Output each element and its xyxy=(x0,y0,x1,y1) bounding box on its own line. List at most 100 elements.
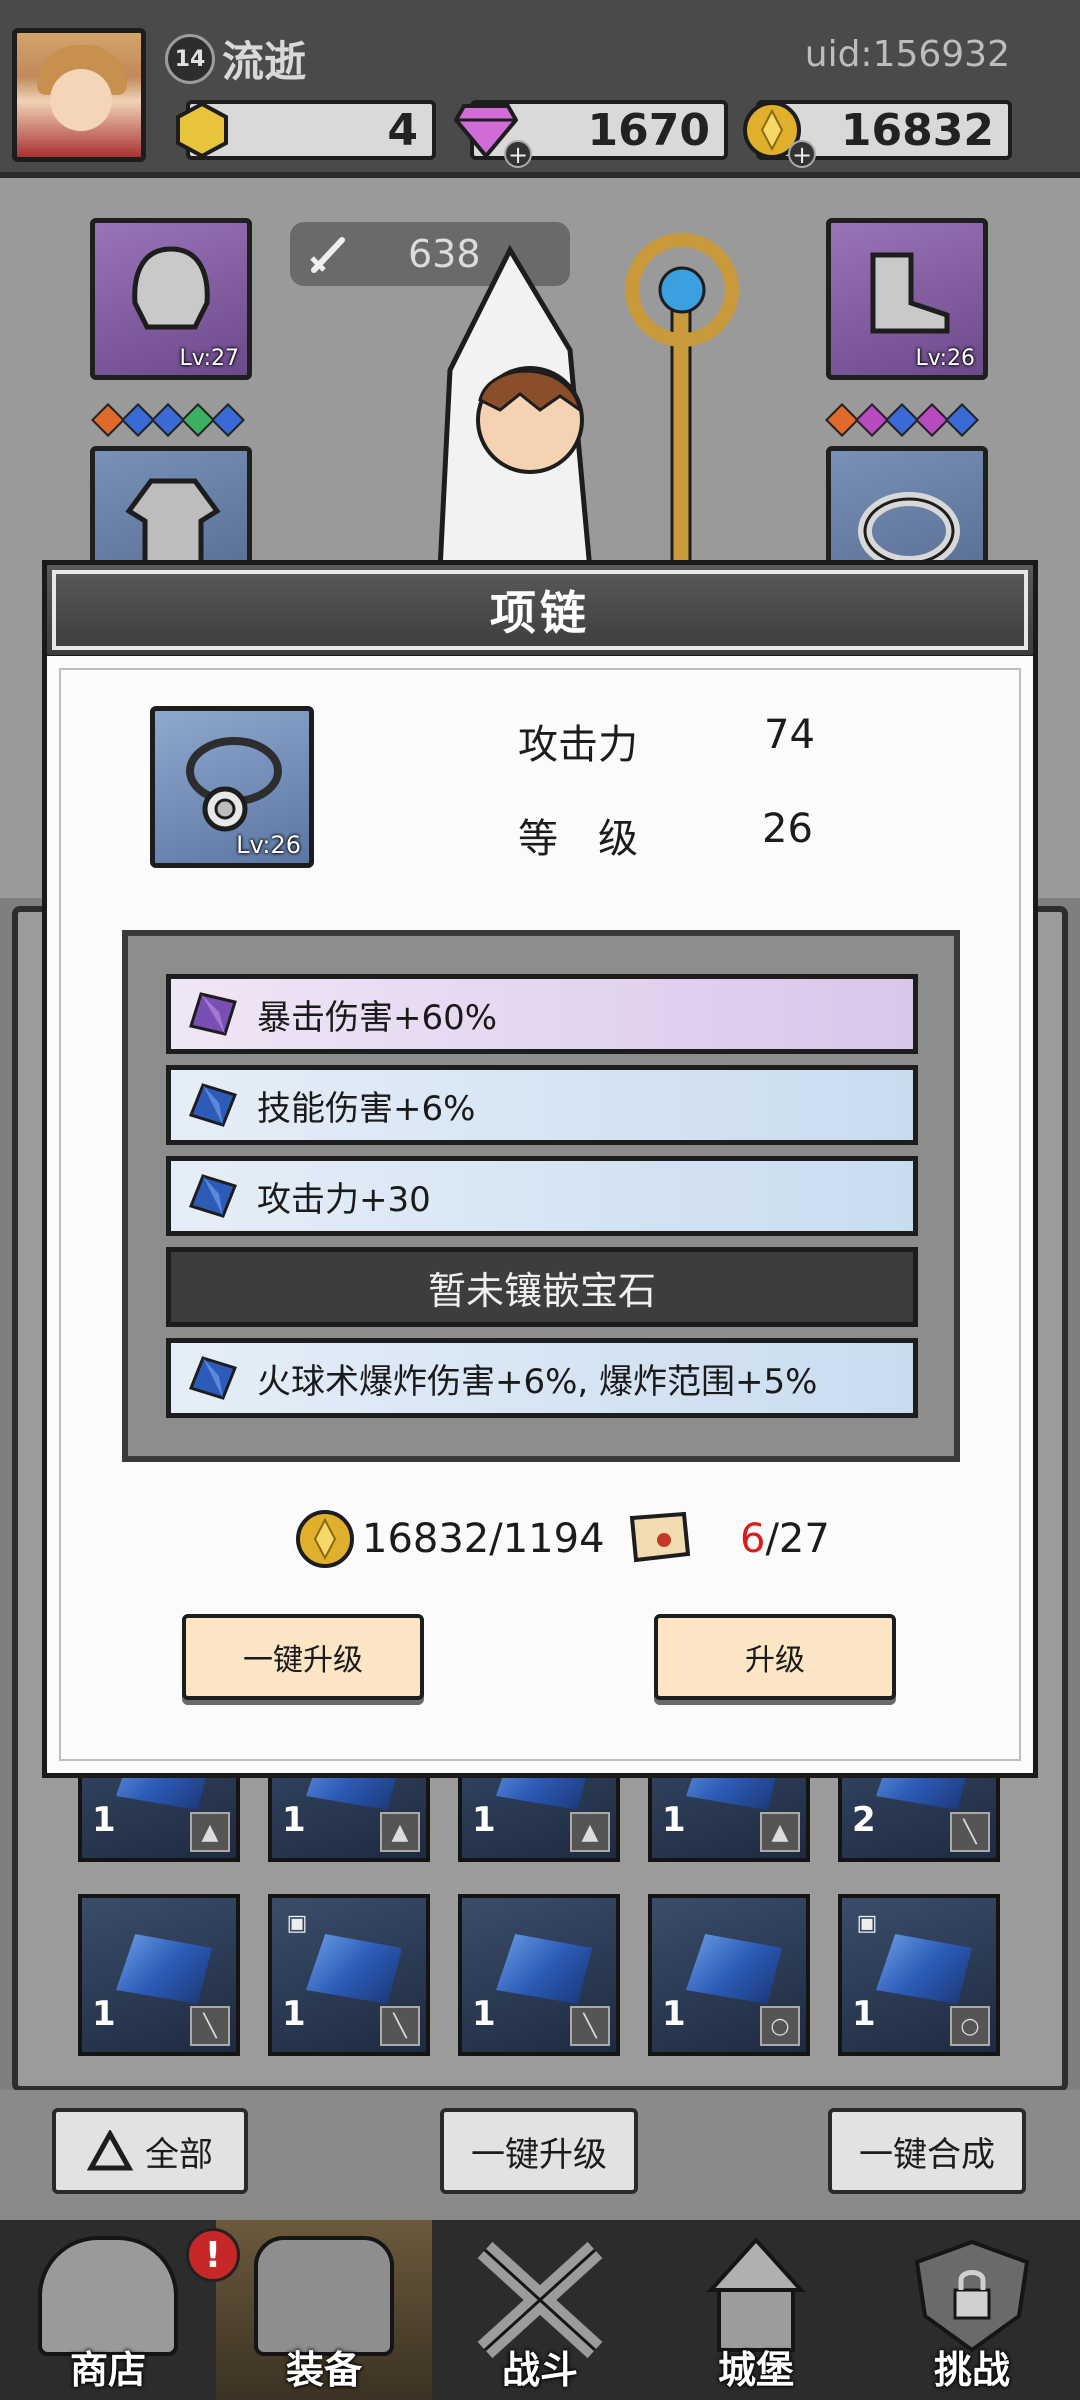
player-name: 流逝 xyxy=(222,37,307,86)
armor-type-icon: ▲ xyxy=(760,1812,800,1852)
equip-slot-helmet[interactable]: Lv:27 xyxy=(90,218,252,380)
power-sword-icon xyxy=(310,237,345,273)
sword-type-icon: ╲ xyxy=(190,2006,230,2046)
add-gold-button[interactable]: + xyxy=(788,140,816,168)
gem-slot-1[interactable]: 暴击伤害+60% xyxy=(166,974,918,1054)
inventory-item-count: 1 xyxy=(472,1994,496,2034)
blue-gem-icon xyxy=(183,1174,243,1218)
sword-type-icon: ╲ xyxy=(380,2006,420,2046)
nav-equipment[interactable]: 装备 xyxy=(216,2220,432,2400)
gem-slot-3-text: 攻击力+30 xyxy=(257,1179,431,1220)
inventory-gem-slot[interactable]: ▣ 1 ╲ xyxy=(268,1894,430,2056)
gem-slot-4-empty[interactable]: 暂未镶嵌宝石 xyxy=(166,1247,918,1327)
backpack-icon xyxy=(254,2236,394,2356)
gem-socket-panel: 暴击伤害+60% 技能伤害+6% 攻击力+30 暂未镶嵌宝石 火球术爆炸伤害+6… xyxy=(122,930,960,1462)
bulk-upgrade-button[interactable]: 一键升级 xyxy=(440,2108,638,2194)
inventory-item-count: 1 xyxy=(92,1994,116,2034)
gold-cost: 16832/1194 xyxy=(362,1516,605,1562)
lock-icon: ▣ xyxy=(856,1910,878,1936)
top-header: 14 流逝 uid:156932 4 1670 + 16832 + xyxy=(0,0,1080,178)
nav-challenge[interactable]: 挑战 xyxy=(864,2220,1080,2400)
inventory-item-count: 1 xyxy=(472,1800,496,1840)
blue-crystal-icon xyxy=(116,1934,212,2004)
necklace-level-badge: Lv:26 xyxy=(236,831,301,859)
nav-battle[interactable]: 战斗 xyxy=(432,2220,648,2400)
avatar-face xyxy=(50,69,112,131)
nav-shop[interactable]: 商店 xyxy=(0,2220,216,2400)
gem-slot-2-text: 技能伤害+6% xyxy=(257,1088,476,1129)
dialog-title: 项链 xyxy=(490,586,590,640)
boots-icon xyxy=(870,252,950,334)
gem-slot-5-text: 火球术爆炸伤害+6%, 爆炸范围+5% xyxy=(257,1361,818,1402)
inventory-gem-slot[interactable]: 1 ○ xyxy=(648,1894,810,2056)
player-avatar[interactable] xyxy=(12,28,146,162)
inventory-item-count: 1 xyxy=(282,1994,306,2034)
castle-icon xyxy=(706,2237,806,2352)
one-click-upgrade-button[interactable]: 一键升级 xyxy=(182,1614,424,1700)
boots-level: Lv:26 xyxy=(915,346,975,371)
scroll-cost: 6/27 xyxy=(740,1516,830,1562)
hero-character-figure xyxy=(437,233,739,570)
inventory-item-count: 1 xyxy=(662,1994,686,2034)
filter-all-button[interactable]: 全部 xyxy=(52,2108,248,2194)
inventory-gem-slot[interactable]: ▣ 1 ○ xyxy=(838,1894,1000,2056)
inventory-item-count: 1 xyxy=(852,1994,876,2034)
blue-gem-icon xyxy=(183,1356,243,1400)
lock-icon: ▣ xyxy=(286,1910,308,1936)
gem-slot-3[interactable]: 攻击力+30 xyxy=(166,1156,918,1236)
gem-slot-5[interactable]: 火球术爆炸伤害+6%, 爆炸范围+5% xyxy=(166,1338,918,1418)
add-diamond-button[interactable]: + xyxy=(504,140,532,168)
nav-battle-label: 战斗 xyxy=(501,2348,578,2392)
nav-equipment-label: 装备 xyxy=(285,2348,362,2392)
inventory-item-count: 1 xyxy=(92,1800,116,1840)
gem-slot-4-text: 暂未镶嵌宝石 xyxy=(427,1268,656,1313)
ring-type-icon: ○ xyxy=(950,2006,990,2046)
stat-value-attack: 74 xyxy=(764,712,815,758)
bottom-nav: 商店 装备 战斗 城堡 挑战 ! xyxy=(0,2220,1080,2400)
blue-gem-icon xyxy=(183,1083,243,1127)
filter-all-label: 全部 xyxy=(145,2134,213,2175)
equipment-alert-badge: ! xyxy=(186,2228,240,2282)
armor-type-icon: ▲ xyxy=(380,1812,420,1852)
player-level-badge: 14 xyxy=(165,34,215,84)
ring-icon xyxy=(858,492,960,570)
stone-count: 4 xyxy=(387,104,418,156)
blue-crystal-icon xyxy=(686,1934,782,2004)
dialog-title-bar: 项链 xyxy=(42,560,1038,660)
blue-crystal-icon xyxy=(306,1934,402,2004)
scroll-have: 6 xyxy=(740,1516,766,1562)
ring-type-icon: ○ xyxy=(760,2006,800,2046)
inventory-item-count: 2 xyxy=(852,1800,876,1840)
armor-type-icon: ▲ xyxy=(570,1812,610,1852)
gem-slot-2[interactable]: 技能伤害+6% xyxy=(166,1065,918,1145)
diamond-count: 1670 xyxy=(587,104,710,156)
sword-type-icon: ╲ xyxy=(950,1812,990,1852)
inventory-item-count: 1 xyxy=(662,1800,686,1840)
locked-shield-icon xyxy=(914,2239,1030,2353)
inventory-gem-slot[interactable]: 1 ╲ xyxy=(78,1894,240,2056)
helmet-level: Lv:27 xyxy=(179,346,239,371)
scroll-icon xyxy=(629,1511,691,1563)
stat-value-level: 26 xyxy=(762,806,813,852)
helmet-gem-slots xyxy=(91,403,245,437)
helmet-icon xyxy=(132,246,210,330)
purple-gem-icon xyxy=(183,992,243,1036)
armor-type-icon: ▲ xyxy=(190,1812,230,1852)
triangle-filter-icon xyxy=(87,2130,133,2171)
nav-challenge-label: 挑战 xyxy=(933,2348,1010,2392)
nav-castle[interactable]: 城堡 xyxy=(648,2220,864,2400)
player-uid: uid:156932 xyxy=(804,34,1010,75)
gem-slot-1-text: 暴击伤害+60% xyxy=(257,997,498,1038)
boots-gem-slots xyxy=(825,403,979,437)
stat-label-level: 等 级 xyxy=(518,816,638,862)
nav-shop-label: 商店 xyxy=(69,2348,146,2392)
necklace-icon xyxy=(186,737,282,832)
equip-slot-boots[interactable]: Lv:26 xyxy=(826,218,988,380)
blue-crystal-icon xyxy=(876,1934,972,2004)
gold-count: 16832 xyxy=(840,104,994,156)
bulk-merge-button[interactable]: 一键合成 xyxy=(828,2108,1026,2194)
gold-coin-icon xyxy=(296,1510,354,1568)
necklace-item-icon: Lv:26 xyxy=(150,706,314,868)
inventory-gem-slot[interactable]: 1 ╲ xyxy=(458,1894,620,2056)
upgrade-button[interactable]: 升级 xyxy=(654,1614,896,1700)
